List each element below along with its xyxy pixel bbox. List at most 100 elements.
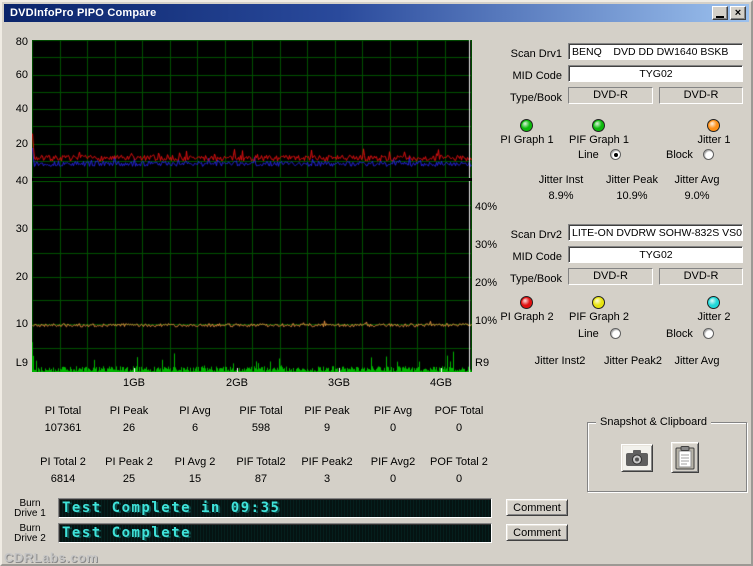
jitter-avg1-value: 9.0% xyxy=(684,190,710,202)
mid-code2-label: MID Code xyxy=(512,251,562,263)
scan-drv1-label: Scan Drv1 xyxy=(510,48,562,60)
block1-label: Block xyxy=(666,149,693,161)
snapshot-clipboard-group: Snapshot & Clipboard xyxy=(587,416,747,492)
bottom-y-tick: 40 xyxy=(15,175,28,187)
x-gb-tick: 2GB xyxy=(225,377,248,389)
mid-code1-label: MID Code xyxy=(512,70,562,82)
line2-label: Line xyxy=(578,328,599,340)
pi-comparison-chart xyxy=(32,40,472,178)
type-book2-label: Type/Book xyxy=(510,273,562,285)
pif-jitter-chart xyxy=(32,181,472,372)
stat-pif-avg: PIF Avg 0 xyxy=(373,405,413,434)
right-pct-tick: 30% xyxy=(475,239,498,251)
mid-code1-field[interactable]: TYG02 xyxy=(568,65,743,82)
lcd-display-2: Test Complete xyxy=(58,523,492,543)
stat-pi-total-2: PI Total 2 6814 xyxy=(40,456,86,485)
pif-graph2-label: PIF Graph 2 xyxy=(569,311,629,323)
line2-radio[interactable] xyxy=(610,328,621,339)
jitter-inst2-label: Jitter Inst2 xyxy=(534,355,586,367)
scan-drv2-field[interactable]: LITE-ON DVDRW SOHW-832S VS0 xyxy=(568,224,743,241)
scan-drv2-label: Scan Drv2 xyxy=(510,229,562,241)
line1-radio[interactable] xyxy=(610,149,621,160)
lcd-text-2: Test Complete xyxy=(62,525,192,541)
line1-label: Line xyxy=(578,149,599,161)
watermark: CDRLabs.com xyxy=(4,550,99,565)
block1-radio[interactable] xyxy=(703,149,714,160)
x-gb-tick: 1GB xyxy=(122,377,145,389)
jitter-peak1-label: Jitter Peak xyxy=(606,174,658,186)
corner-label-l9: L9 xyxy=(15,357,28,369)
close-icon: × xyxy=(734,6,742,19)
right-pct-tick: 40% xyxy=(475,201,498,213)
block2-radio[interactable] xyxy=(703,328,714,339)
minimize-button[interactable] xyxy=(712,6,728,20)
jitter-peak2-label: Jitter Peak2 xyxy=(603,355,663,367)
book1-box: DVD-R xyxy=(659,87,743,104)
jitter-peak1-value: 10.9% xyxy=(616,190,648,202)
stat-pif-total: PIF Total 598 xyxy=(239,405,283,434)
comment-button-1[interactable]: Comment xyxy=(506,499,568,516)
close-button[interactable]: × xyxy=(730,6,746,20)
stat-pi-peak: PI Peak 26 xyxy=(109,405,149,434)
comment-button-2[interactable]: Comment xyxy=(506,524,568,541)
stat-pof-total-2: POF Total 20 xyxy=(430,456,488,485)
burn-drive-1-label: Burn Drive 1 xyxy=(14,498,46,519)
minimize-icon xyxy=(716,15,724,18)
stat-pif-peak-2: PIF Peak2 3 xyxy=(301,456,353,485)
scan-drv1-field[interactable]: BENQ DVD DD DW1640 BSKB xyxy=(568,43,743,60)
jitter-avg1-label: Jitter Avg xyxy=(674,174,720,186)
mid-code2-field[interactable]: TYG02 xyxy=(568,246,743,263)
right-pct-tick: 10% xyxy=(475,315,498,327)
pi-graph2-color-button[interactable] xyxy=(520,296,533,309)
stat-pif-total-2: PIF Total2 87 xyxy=(236,456,286,485)
corner-label-r9: R9 xyxy=(475,357,490,369)
pif-graph1-label: PIF Graph 1 xyxy=(569,134,629,146)
bottom-y-tick: 30 xyxy=(15,223,28,235)
jitter1-label: Jitter 1 xyxy=(697,134,731,146)
camera-icon xyxy=(626,450,648,466)
jitter-avg2-label: Jitter Avg xyxy=(674,355,720,367)
pif-graph2-color-button[interactable] xyxy=(592,296,605,309)
clipboard-icon xyxy=(675,445,695,469)
type2-box: DVD-R xyxy=(568,268,653,285)
burn-drive-2-label: Burn Drive 2 xyxy=(14,523,46,544)
bottom-y-tick: 10 xyxy=(15,318,28,330)
pi-graph2-label: PI Graph 2 xyxy=(500,311,554,323)
top-y-tick: 40 xyxy=(15,103,28,115)
stat-pi-peak-2: PI Peak 2 25 xyxy=(105,456,153,485)
stats-row-1: PI Total 107361 PI Peak 26 PI Avg 6 PIF Tot… xyxy=(30,405,492,434)
bottom-y-tick: 20 xyxy=(15,271,28,283)
stat-pi-total: PI Total 107361 xyxy=(44,405,82,434)
window-title: DVDInfoPro PIPO Compare xyxy=(10,7,157,19)
snapshot-group-label: Snapshot & Clipboard xyxy=(596,416,712,428)
type-book1-label: Type/Book xyxy=(510,92,562,104)
titlebar[interactable]: DVDInfoPro PIPO Compare × xyxy=(4,4,749,22)
stat-pof-total: POF Total 0 xyxy=(434,405,484,434)
x-gb-tick: 3GB xyxy=(327,377,350,389)
pi-graph1-color-button[interactable] xyxy=(520,119,533,132)
stats-row-2: PI Total 2 6814 PI Peak 2 25 PI Avg 2 15 PI… xyxy=(30,456,492,485)
stat-pif-peak: PIF Peak 9 xyxy=(304,405,350,434)
jitter2-color-button[interactable] xyxy=(707,296,720,309)
stat-pi-avg: PI Avg 6 xyxy=(179,405,211,434)
stat-pi-avg-2: PI Avg 2 15 xyxy=(174,456,216,485)
clipboard-button[interactable] xyxy=(671,442,699,473)
snapshot-button[interactable] xyxy=(621,444,653,472)
jitter1-color-button[interactable] xyxy=(707,119,720,132)
stat-pif-avg-2: PIF Avg2 0 xyxy=(370,456,416,485)
jitter-inst1-value: 8.9% xyxy=(548,190,574,202)
type1-box: DVD-R xyxy=(568,87,653,104)
titlebar-buttons: × xyxy=(710,6,746,20)
lcd-display-1: Test Complete in 09:35 xyxy=(58,498,492,518)
top-y-tick: 60 xyxy=(15,69,28,81)
block2-label: Block xyxy=(666,328,693,340)
top-y-tick: 20 xyxy=(15,138,28,150)
lcd-text-1: Test Complete in 09:35 xyxy=(62,500,281,516)
right-pct-tick: 20% xyxy=(475,277,498,289)
app-window: DVDInfoPro PIPO Compare × 80 60 40 20 40… xyxy=(0,0,753,566)
jitter2-label: Jitter 2 xyxy=(697,311,731,323)
top-y-tick: 80 xyxy=(15,36,28,48)
pi-graph1-label: PI Graph 1 xyxy=(500,134,554,146)
pif-graph1-color-button[interactable] xyxy=(592,119,605,132)
x-gb-tick: 4GB xyxy=(429,377,452,389)
